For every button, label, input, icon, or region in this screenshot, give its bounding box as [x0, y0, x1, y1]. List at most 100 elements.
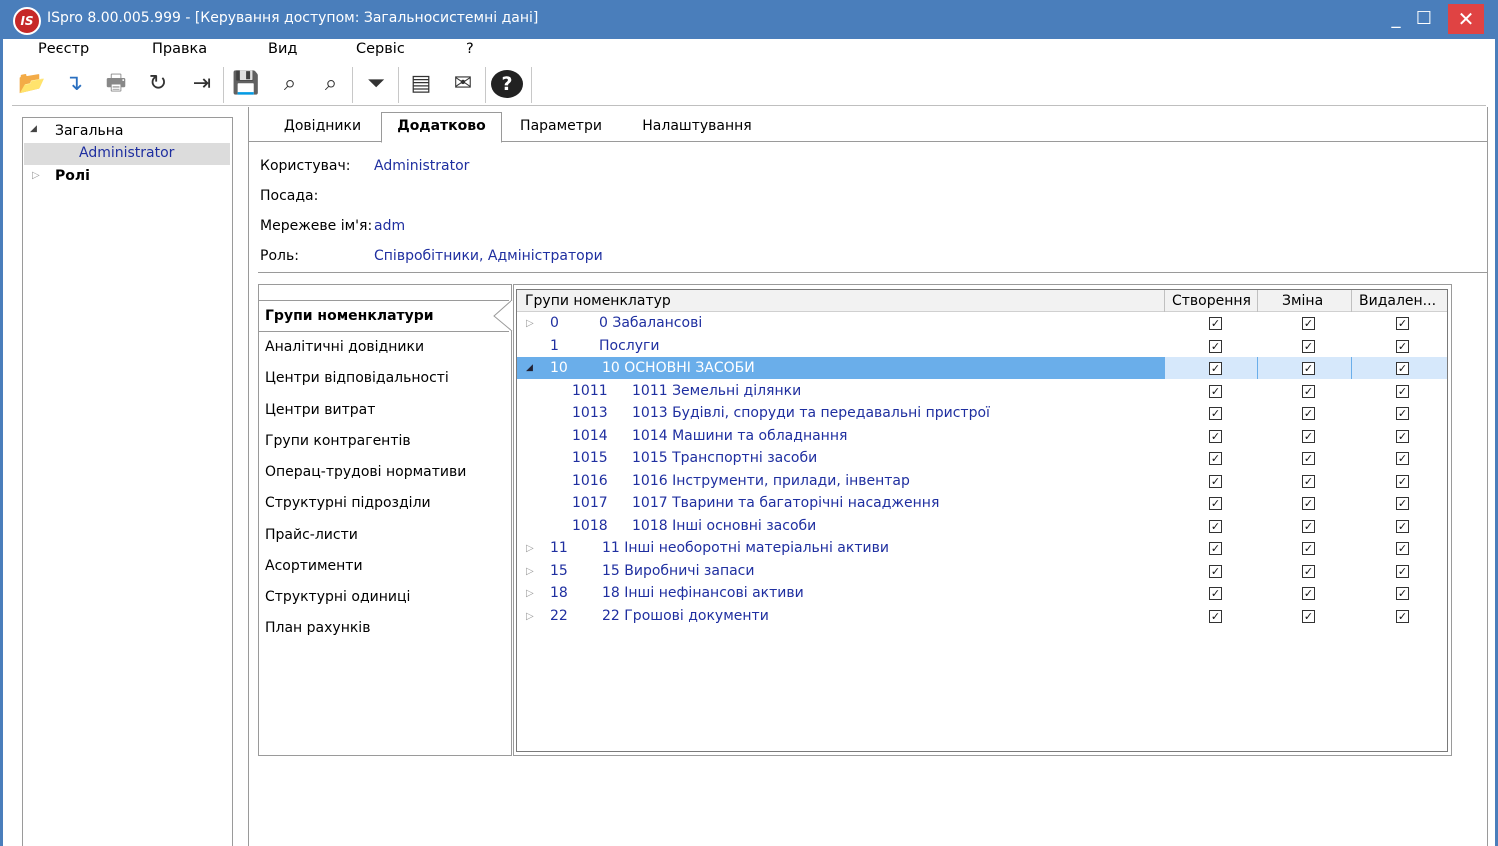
delete-permission-checkbox[interactable]: ✓: [1396, 497, 1409, 510]
window-title: ISpro 8.00.005.999 - [Керування доступом…: [47, 10, 539, 26]
category-item-assortments[interactable]: Асортименти: [265, 558, 363, 574]
row-expander-icon[interactable]: ▷: [526, 611, 534, 622]
edit-permission-checkbox[interactable]: ✓: [1302, 340, 1315, 353]
edit-permission-checkbox[interactable]: ✓: [1302, 497, 1315, 510]
create-permission-checkbox[interactable]: ✓: [1209, 587, 1222, 600]
category-item-nomenclature-groups[interactable]: Групи номенклатури: [265, 308, 434, 324]
menu-edit[interactable]: Правка: [152, 41, 207, 57]
create-permission-checkbox[interactable]: ✓: [1209, 385, 1222, 398]
delete-permission-checkbox[interactable]: ✓: [1396, 430, 1409, 443]
document-icon[interactable]: ▤: [404, 68, 438, 100]
delete-permission-checkbox[interactable]: ✓: [1396, 475, 1409, 488]
column-header-edit[interactable]: Зміна: [1282, 293, 1323, 309]
column-header-groups[interactable]: Групи номенклатур: [525, 293, 671, 309]
create-permission-checkbox[interactable]: ✓: [1209, 610, 1222, 623]
delete-permission-checkbox[interactable]: ✓: [1396, 542, 1409, 555]
create-permission-checkbox[interactable]: ✓: [1209, 362, 1222, 375]
toolbar-separator: [352, 67, 353, 103]
delete-permission-checkbox[interactable]: ✓: [1396, 362, 1409, 375]
print-icon[interactable]: 🖶: [99, 68, 133, 100]
menu-help[interactable]: ?: [466, 41, 474, 57]
create-permission-checkbox[interactable]: ✓: [1209, 452, 1222, 465]
tree-expander-icon[interactable]: ◢: [30, 124, 37, 134]
role-value: Співробітники, Адміністратори: [374, 248, 603, 264]
category-item-price-lists[interactable]: Прайс-листи: [265, 527, 358, 543]
edit-permission-checkbox[interactable]: ✓: [1302, 317, 1315, 330]
category-item-counterparty-groups[interactable]: Групи контрагентів: [265, 433, 411, 449]
delete-permission-checkbox[interactable]: ✓: [1396, 385, 1409, 398]
edit-permission-checkbox[interactable]: ✓: [1302, 452, 1315, 465]
create-permission-checkbox[interactable]: ✓: [1209, 565, 1222, 578]
category-item-analytics[interactable]: Аналітичні довідники: [265, 339, 424, 355]
edit-permission-checkbox[interactable]: ✓: [1302, 587, 1315, 600]
row-expander-icon[interactable]: ▷: [526, 318, 534, 329]
edit-permission-checkbox[interactable]: ✓: [1302, 520, 1315, 533]
delete-permission-checkbox[interactable]: ✓: [1396, 610, 1409, 623]
row-expander-icon[interactable]: ▷: [526, 566, 534, 577]
delete-permission-checkbox[interactable]: ✓: [1396, 407, 1409, 420]
create-permission-checkbox[interactable]: ✓: [1209, 340, 1222, 353]
fields-divider: [258, 272, 1487, 273]
menu-view[interactable]: Вид: [268, 41, 297, 57]
row-expander-icon[interactable]: ▷: [526, 588, 534, 599]
create-permission-checkbox[interactable]: ✓: [1209, 430, 1222, 443]
edit-permission-checkbox[interactable]: ✓: [1302, 430, 1315, 443]
edit-permission-checkbox[interactable]: ✓: [1302, 407, 1315, 420]
category-item-chart-of-accounts[interactable]: План рахунків: [265, 620, 370, 636]
category-item-structural-entities[interactable]: Структурні одиниці: [265, 589, 410, 605]
tab-settings[interactable]: Налаштування: [632, 114, 762, 142]
user-value: Administrator: [374, 158, 470, 174]
import-icon[interactable]: ↴: [57, 68, 91, 100]
help-icon[interactable]: ?: [491, 70, 523, 98]
category-item-cost-centers[interactable]: Центри витрат: [265, 402, 375, 418]
edit-permission-checkbox[interactable]: ✓: [1302, 385, 1315, 398]
tree-item-general[interactable]: Загальна: [55, 123, 123, 139]
find-icon[interactable]: ⌕: [273, 68, 307, 100]
create-permission-checkbox[interactable]: ✓: [1209, 407, 1222, 420]
category-item-structural-units[interactable]: Структурні підрозділи: [265, 495, 431, 511]
create-permission-checkbox[interactable]: ✓: [1209, 475, 1222, 488]
exit-icon[interactable]: ⇥: [185, 68, 219, 100]
create-permission-checkbox[interactable]: ✓: [1209, 317, 1222, 330]
mail-icon[interactable]: ✉: [446, 68, 480, 100]
column-header-create[interactable]: Створення: [1172, 293, 1251, 309]
tree-expander-icon[interactable]: ▷: [32, 170, 40, 181]
save-icon[interactable]: 💾: [229, 68, 263, 100]
create-permission-checkbox[interactable]: ✓: [1209, 520, 1222, 533]
edit-permission-checkbox[interactable]: ✓: [1302, 542, 1315, 555]
row-expander-icon[interactable]: ▷: [526, 543, 534, 554]
tab-directories[interactable]: Довідники: [270, 114, 375, 142]
user-label: Користувач:: [260, 158, 351, 174]
edit-permission-checkbox[interactable]: ✓: [1302, 565, 1315, 578]
delete-permission-checkbox[interactable]: ✓: [1396, 587, 1409, 600]
category-active-border: [259, 331, 509, 332]
tree-item-administrator[interactable]: Administrator: [79, 145, 174, 161]
row-expander-icon[interactable]: ◢: [526, 363, 533, 373]
create-permission-checkbox[interactable]: ✓: [1209, 542, 1222, 555]
tab-additional[interactable]: Додатково: [381, 112, 502, 143]
delete-permission-checkbox[interactable]: ✓: [1396, 565, 1409, 578]
delete-permission-checkbox[interactable]: ✓: [1396, 452, 1409, 465]
category-item-labor-norms[interactable]: Операц-трудові нормативи: [265, 464, 466, 480]
edit-permission-checkbox[interactable]: ✓: [1302, 610, 1315, 623]
row-code: 10: [550, 360, 568, 376]
menu-service[interactable]: Сервіс: [356, 41, 405, 57]
edit-permission-checkbox[interactable]: ✓: [1302, 475, 1315, 488]
maximize-button[interactable]: ☐: [1407, 4, 1441, 34]
filter-icon[interactable]: ⏷: [359, 68, 393, 100]
create-permission-checkbox[interactable]: ✓: [1209, 497, 1222, 510]
row-code: 15: [550, 563, 568, 579]
edit-permission-checkbox[interactable]: ✓: [1302, 362, 1315, 375]
category-item-responsibility-centers[interactable]: Центри відповідальності: [265, 370, 449, 386]
column-header-delete[interactable]: Видален...: [1359, 293, 1436, 309]
menu-registry[interactable]: Реєстр: [38, 41, 89, 57]
delete-permission-checkbox[interactable]: ✓: [1396, 317, 1409, 330]
tree-item-roles[interactable]: Ролі: [55, 168, 90, 184]
delete-permission-checkbox[interactable]: ✓: [1396, 340, 1409, 353]
refresh-icon[interactable]: ↻: [141, 68, 175, 100]
find-next-icon[interactable]: ⌕: [314, 68, 348, 100]
tab-parameters[interactable]: Параметри: [510, 114, 612, 142]
delete-permission-checkbox[interactable]: ✓: [1396, 520, 1409, 533]
open-folder-icon[interactable]: 📂: [15, 68, 49, 100]
close-button[interactable]: ✕: [1448, 4, 1484, 34]
